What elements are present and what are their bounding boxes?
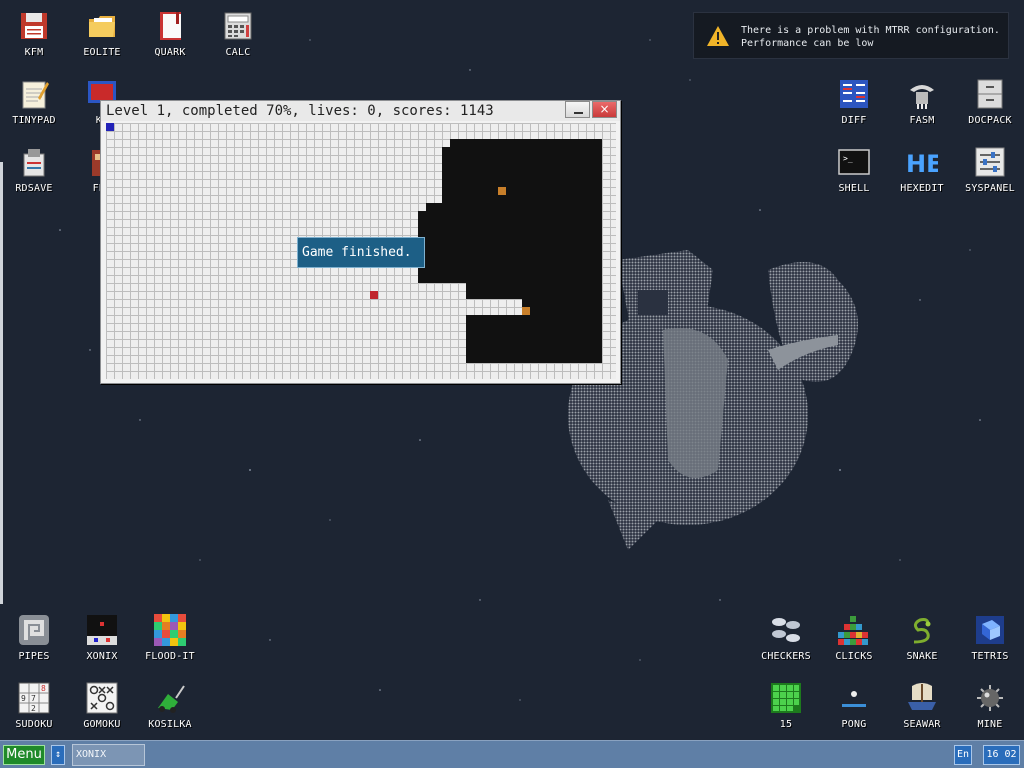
svg-text:2: 2 [31,704,36,713]
menu-button[interactable]: Menu [3,745,45,765]
svg-text:7: 7 [31,694,36,703]
clicks-icon [838,614,870,646]
desktop-icon-gomoku[interactable]: GOMOKU [70,672,134,736]
desktop-icon-docpack[interactable]: DOCPACK [958,68,1022,132]
desktop-icon-mine[interactable]: MINE [958,672,1022,736]
diff-icon [838,78,870,110]
calculator-icon [222,10,254,42]
sudoku-icon: 8 972 [18,682,50,714]
sea-enemy [498,187,506,195]
minimize-button[interactable] [565,101,590,118]
desktop-icon-rdsave[interactable]: RDSAVE [2,136,66,200]
close-button[interactable]: × [592,101,617,118]
svg-text:9: 9 [21,694,26,703]
desktop-icon-tetris[interactable]: TETRIS [958,604,1022,668]
window-title: Level 1, completed 70%, lives: 0, scores… [106,103,494,119]
mtrr-warning-notification[interactable]: There is a problem with MTRR configurati… [693,12,1009,59]
svg-text:HE: HE [906,150,938,178]
flood-icon [154,614,186,646]
desktop-icon-pipes[interactable]: PIPES [2,604,66,668]
svg-text:>_: >_ [843,154,853,163]
fifteen-icon [770,682,802,714]
taskbar-item-xonix[interactable]: XONIX [72,744,145,766]
desktop-icon-seawar[interactable]: SEAWAR [890,672,954,736]
left-edge-line [0,162,3,604]
desktop-icon-flood-it[interactable]: FLOOD-IT [138,604,202,668]
desktop-icon-eolite[interactable]: EOLITE [70,0,134,64]
terminal-icon: >_ [838,146,870,178]
pong-icon [838,682,870,714]
seawar-icon [906,682,938,714]
hex-icon: HE [906,146,938,178]
icon-label: FLOOD-IT [145,651,195,662]
desktop-icon-diff[interactable]: DIFF [822,68,886,132]
icon-label: MINE [977,719,1003,730]
captured-area [466,315,602,363]
window-titlebar[interactable]: Level 1, completed 70%, lives: 0, scores… [101,101,620,121]
icon-label: KOSILKA [148,719,192,730]
notification-line-2: Performance can be low [741,38,874,49]
desktop-icon-hexedit[interactable]: HE HEXEDIT [890,136,954,200]
save-disk-icon [18,146,50,178]
desktop-icon-tinypad[interactable]: TINYPAD [2,68,66,132]
close-icon: × [599,102,610,116]
captured-area [426,203,602,235]
desktop-icon-calc[interactable]: CALC [206,0,270,64]
desktop-icon-clicks[interactable]: CLICKS [822,604,886,668]
fasm-icon [906,78,938,110]
desktop-icon-kosilka[interactable]: KOSILKA [138,672,202,736]
desktop-icon-syspanel[interactable]: SYSPANEL [958,136,1022,200]
cabinet-icon [974,78,1006,110]
desktop-icon-snake[interactable]: SNAKE [890,604,954,668]
notebook-icon [154,10,186,42]
desktop-icon-shell[interactable]: >_ SHELL [822,136,886,200]
checkers-icon [770,614,802,646]
icon-label: SYSPANEL [965,183,1015,194]
mine-icon [974,682,1006,714]
mower-icon [154,682,186,714]
captured-area [442,147,450,203]
minimize-icon [574,112,583,114]
game-finished-message: Game finished. [297,237,425,268]
captured-area [426,235,602,283]
gomoku-icon [86,682,118,714]
xonix-icon [86,614,118,646]
desktop-icon-fasm[interactable]: FASM [890,68,954,132]
desktop-icon-kfm[interactable]: KFM [2,0,66,64]
land-enemy [370,291,378,299]
icon-label: DOCPACK [968,115,1012,126]
snake-icon [906,614,938,646]
floppy-icon [18,10,50,42]
clock[interactable]: 16 02 [983,745,1020,765]
tetris-icon [974,614,1006,646]
desktop-icon-pong[interactable]: PONG [822,672,886,736]
pipes-icon [18,614,50,646]
player-marker [106,123,114,131]
captured-area [466,283,522,299]
notepad-icon [18,78,50,110]
svg-text:8: 8 [41,684,46,693]
window-switch-button[interactable]: ↕ [51,745,65,765]
desktop-icon-checkers[interactable]: CHECKERS [754,604,818,668]
language-indicator[interactable]: En [954,745,972,765]
sliders-icon [974,146,1006,178]
icon-label: TETRIS [971,651,1009,662]
taskbar: Menu ↕ XONIX En 16 02 [0,740,1024,768]
captured-area [522,283,602,315]
sea-enemy [522,307,530,315]
notification-line-1: There is a problem with MTRR configurati… [741,25,1000,36]
icon-label: CALC [225,47,251,58]
desktop-icon-sudoku[interactable]: 8972 SUDOKU [2,672,66,736]
warning-icon [707,26,729,46]
desktop-icon-quark[interactable]: QUARK [138,0,202,64]
desktop-icon-15[interactable]: 15 [754,672,818,736]
desktop-icon-xonix[interactable]: XONIX [70,604,134,668]
folder-icon [86,10,118,42]
